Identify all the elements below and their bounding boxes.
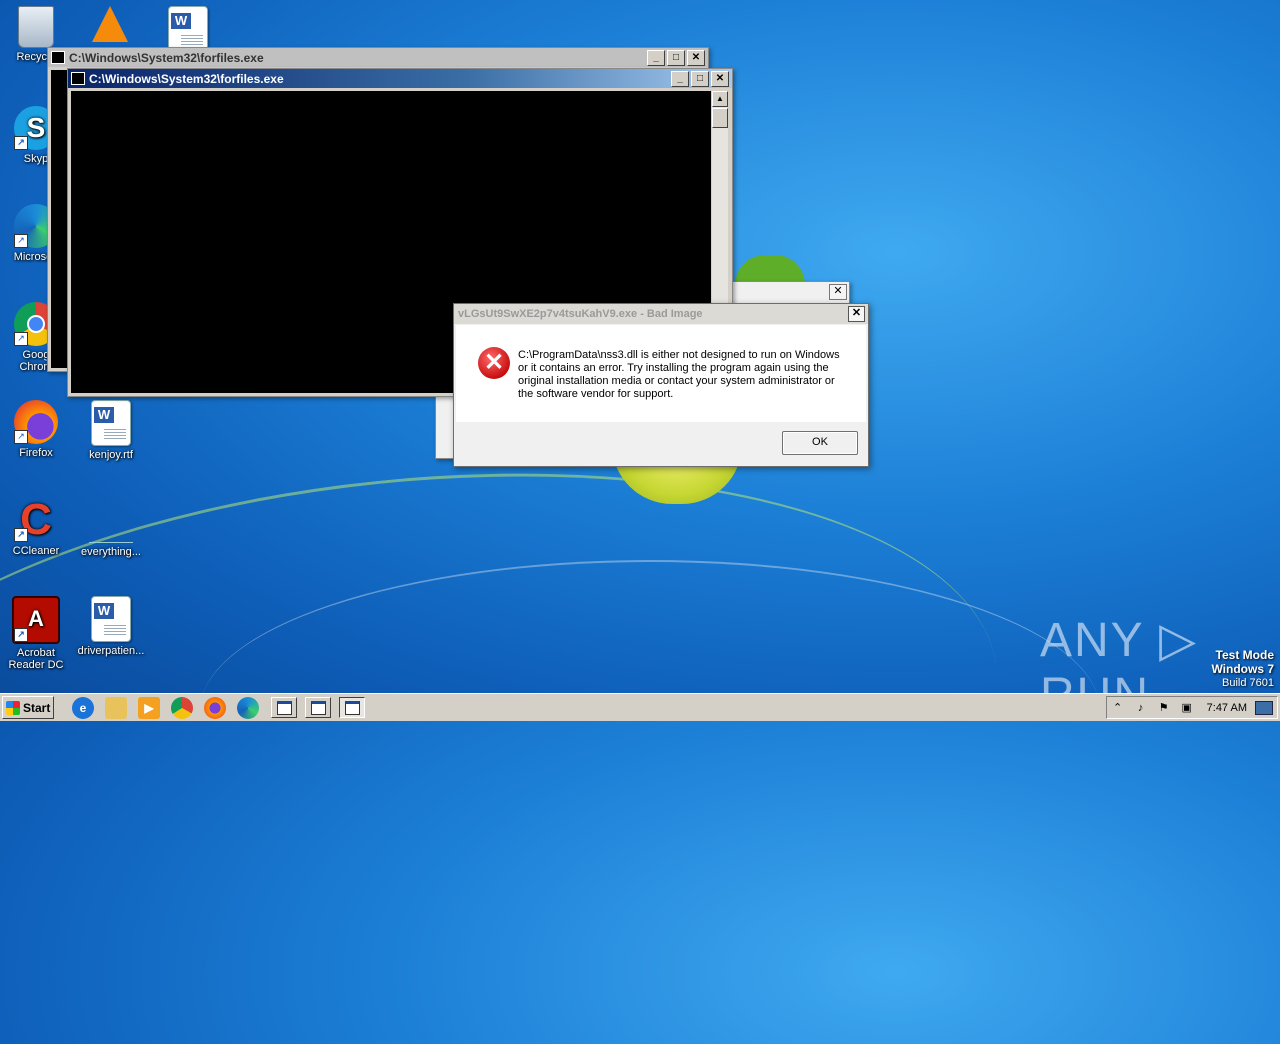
desktop-icon-label: kenjoy.rtf (89, 449, 133, 461)
window-icon (310, 700, 326, 715)
dialog-message: C:\ProgramData\nss3.dll is either not de… (518, 349, 840, 400)
recycle-bin-icon (18, 6, 54, 48)
blank-file-icon (89, 498, 133, 543)
console-icon (71, 72, 85, 85)
action-center-flag-icon[interactable]: ⚑ (1157, 702, 1171, 714)
minimize-button[interactable]: _ (671, 70, 689, 87)
volume-icon[interactable]: ♪ (1134, 702, 1148, 714)
close-button[interactable]: ✕ (829, 284, 847, 300)
shortcut-arrow-icon: ↗ (14, 234, 28, 248)
dialog-title: vLGsUt9SwXE2p7v4tsuKahV9.exe - Bad Image (458, 308, 703, 320)
network-icon[interactable]: ▣ (1180, 702, 1194, 714)
os-label: Windows 7 (1211, 662, 1274, 676)
show-hidden-icon[interactable]: ⌃ (1111, 702, 1125, 714)
word-doc-icon: W (91, 596, 131, 642)
firefox-icon: ↗ (14, 400, 58, 444)
start-button[interactable]: Start (2, 696, 54, 719)
taskbar: Start e ▶ ⌃ ♪ ⚑ ▣ 7:47 AM (0, 693, 1280, 721)
desktop-icon-kenjoy-rtf[interactable]: W kenjoy.rtf (73, 400, 149, 461)
ccleaner-icon: C ↗ (14, 498, 58, 542)
desktop-icon-label: Firefox (19, 447, 53, 459)
system-tray: ⌃ ♪ ⚑ ▣ 7:47 AM (1105, 696, 1278, 719)
test-mode-label: Test Mode (1215, 648, 1274, 662)
window-titlebar[interactable]: C:\Windows\System32\forfiles.exe _ □ ✕ (68, 69, 732, 88)
close-button[interactable]: ✕ (848, 306, 865, 322)
desktop-icon-vlc[interactable] (72, 6, 148, 45)
maximize-button[interactable]: □ (667, 49, 685, 66)
close-button[interactable]: ✕ (711, 70, 729, 87)
word-doc-icon: W (168, 6, 208, 52)
edge-icon[interactable] (237, 696, 259, 719)
taskbar-window-button[interactable] (271, 697, 297, 718)
taskbar-window-button[interactable] (305, 697, 331, 718)
vlc-icon (92, 6, 128, 42)
chrome-icon[interactable] (171, 696, 193, 719)
shortcut-arrow-icon: ↗ (14, 332, 28, 346)
desktop-icon-label: Acrobat Reader DC (8, 647, 64, 671)
window-title: C:\Windows\System32\forfiles.exe (89, 71, 284, 86)
scroll-thumb[interactable] (712, 108, 728, 128)
shortcut-arrow-icon: ↗ (14, 528, 28, 542)
clock[interactable]: 7:47 AM (1207, 702, 1247, 714)
desktop-icon-label: CCleaner (12, 545, 60, 557)
desktop-icon-driverpatien[interactable]: W driverpatien... (73, 596, 149, 657)
ie-icon[interactable]: e (72, 696, 94, 719)
desktop-icon-label: everything... (81, 546, 141, 558)
taskbar-window-button-active[interactable] (339, 697, 365, 718)
word-doc-icon: W (91, 400, 131, 446)
explorer-icon[interactable] (105, 696, 127, 719)
close-button[interactable]: ✕ (687, 49, 705, 66)
window-title: C:\Windows\System32\forfiles.exe (69, 50, 264, 65)
dialog-body: ✕ C:\ProgramData\nss3.dll is either not … (456, 325, 866, 422)
show-desktop-icon[interactable] (1255, 700, 1273, 715)
desktop-icon-label: driverpatien... (77, 645, 145, 657)
bad-image-dialog[interactable]: vLGsUt9SwXE2p7v4tsuKahV9.exe - Bad Image… (453, 303, 869, 467)
start-label: Start (23, 700, 51, 715)
dialog-titlebar[interactable]: vLGsUt9SwXE2p7v4tsuKahV9.exe - Bad Image… (454, 304, 868, 324)
window-icon (276, 700, 292, 715)
test-mode-watermark: Test Mode Windows 7 Build 7601 (1211, 648, 1274, 690)
minimize-button[interactable]: _ (647, 49, 665, 66)
firefox-icon[interactable] (204, 696, 226, 719)
maximize-button[interactable]: □ (691, 70, 709, 87)
window-titlebar[interactable]: C:\Windows\System32\forfiles.exe _ □ ✕ (48, 48, 708, 67)
shortcut-arrow-icon: ↗ (14, 430, 28, 444)
windows-logo-icon (6, 700, 20, 715)
acrobat-icon: A ↗ (12, 596, 60, 644)
desktop-icon-ccleaner[interactable]: C ↗ CCleaner (0, 498, 74, 558)
media-player-icon[interactable]: ▶ (138, 696, 160, 719)
desktop-icon-everything[interactable]: everything... (73, 498, 149, 558)
desktop-icon-acrobat[interactable]: A ↗ Acrobat Reader DC (0, 596, 74, 671)
build-label: Build 7601 (1222, 677, 1274, 689)
desktop-icon-firefox[interactable]: ↗ Firefox (0, 400, 74, 459)
console-icon (51, 51, 65, 64)
scroll-up-button[interactable]: ▲ (712, 91, 728, 107)
shortcut-arrow-icon: ↗ (14, 628, 28, 642)
shortcut-arrow-icon: ↗ (14, 136, 28, 150)
window-icon (344, 700, 360, 715)
error-icon: ✕ (478, 347, 510, 379)
ok-button[interactable]: OK (782, 431, 858, 455)
